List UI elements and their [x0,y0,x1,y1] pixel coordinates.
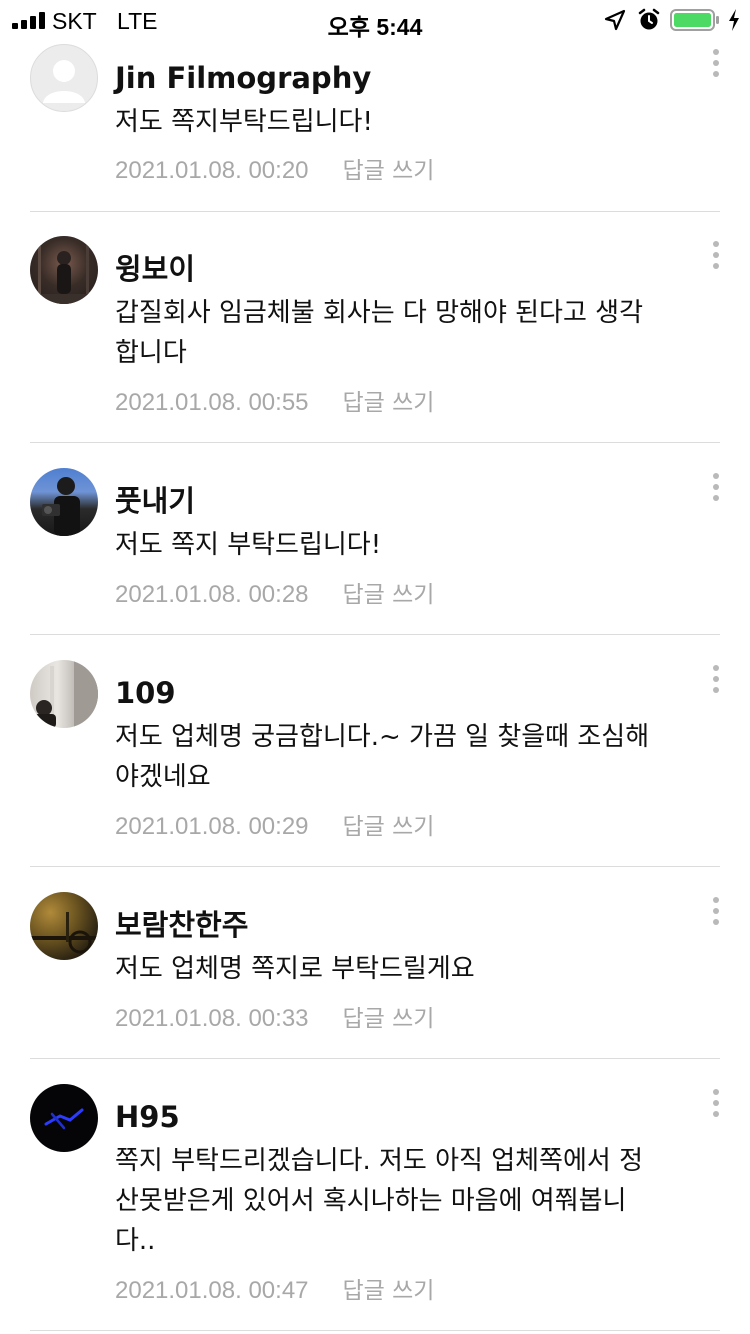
default-profile-icon [43,60,85,103]
avatar[interactable] [30,44,98,112]
divider [30,1330,720,1331]
comment-author[interactable]: Jin Filmography [115,58,371,98]
comment-author[interactable]: 109 [115,673,176,713]
comment-author[interactable]: 보람찬한주 [115,905,248,945]
comment-body: 저도 업체명 쪽지로 부탁드릴게요 [115,954,475,984]
reply-button[interactable]: 답글 쓰기 [343,1278,435,1304]
comment-meta: 2021.01.08. 00:28 답글 쓰기 [115,580,434,610]
comment-meta: 2021.01.08. 00:47 답글 쓰기 [115,1276,434,1306]
battery-icon [670,9,719,31]
divider [30,634,720,635]
comment-body: 저도 쪽지부탁드립니다! [115,107,373,137]
reply-button[interactable]: 답글 쓰기 [343,582,435,608]
comment-author[interactable]: 윙보이 [115,249,195,289]
comment-body: 쪽지 부탁드리겠습니다. 저도 아직 업체쪽에서 정 산못받은게 있어서 혹시나… [115,1146,643,1256]
status-bar: SKT LTE 오후 5:44 [0,0,750,42]
user-photo [30,912,98,954]
divider [30,442,720,443]
avatar[interactable] [30,660,98,728]
location-arrow-icon [604,9,626,31]
avatar[interactable] [30,236,98,304]
charging-bolt-icon [729,9,739,31]
alarm-clock-icon [638,8,660,30]
more-options-icon[interactable] [708,49,724,85]
comment-body: 저도 쪽지 부탁드립니다! [115,530,382,560]
more-options-icon[interactable] [708,241,724,277]
comment-meta: 2021.01.08. 00:20 답글 쓰기 [115,156,434,186]
comment-date: 2021.01.08. 00:28 [115,581,309,608]
reply-button[interactable]: 답글 쓰기 [343,814,435,840]
divider [30,211,720,212]
more-options-icon[interactable] [708,1089,724,1125]
divider [30,1058,720,1059]
user-photo [30,236,98,304]
reply-button[interactable]: 답글 쓰기 [343,158,435,184]
comment-meta: 2021.01.08. 00:33 답글 쓰기 [115,1004,434,1034]
comment-body: 저도 업체명 궁금합니다.~ 가끔 일 찾을때 조심해 야겠네요 [115,722,650,792]
comment-body: 갑질회사 임금체불 회사는 다 망해야 된다고 생각 합니다 [115,298,643,368]
reply-button[interactable]: 답글 쓰기 [343,1006,435,1032]
comment-author[interactable]: H95 [115,1097,180,1137]
reply-button[interactable]: 답글 쓰기 [343,390,435,416]
more-options-icon[interactable] [708,473,724,509]
comment-meta: 2021.01.08. 00:55 답글 쓰기 [115,388,434,418]
comment-date: 2021.01.08. 00:20 [115,157,309,184]
more-options-icon[interactable] [708,897,724,933]
avatar[interactable] [30,468,98,536]
avatar[interactable] [30,892,98,960]
comment-meta: 2021.01.08. 00:29 답글 쓰기 [115,812,434,842]
comment-date: 2021.01.08. 00:55 [115,389,309,416]
more-options-icon[interactable] [708,665,724,701]
comment-date: 2021.01.08. 00:29 [115,813,309,840]
user-photo [42,477,80,536]
comment-author[interactable]: 풋내기 [115,481,195,521]
divider [30,866,720,867]
comment-date: 2021.01.08. 00:33 [115,1005,309,1032]
user-photo [44,1108,84,1130]
avatar[interactable] [30,1084,98,1152]
user-photo [34,660,98,728]
comment-date: 2021.01.08. 00:47 [115,1277,309,1304]
